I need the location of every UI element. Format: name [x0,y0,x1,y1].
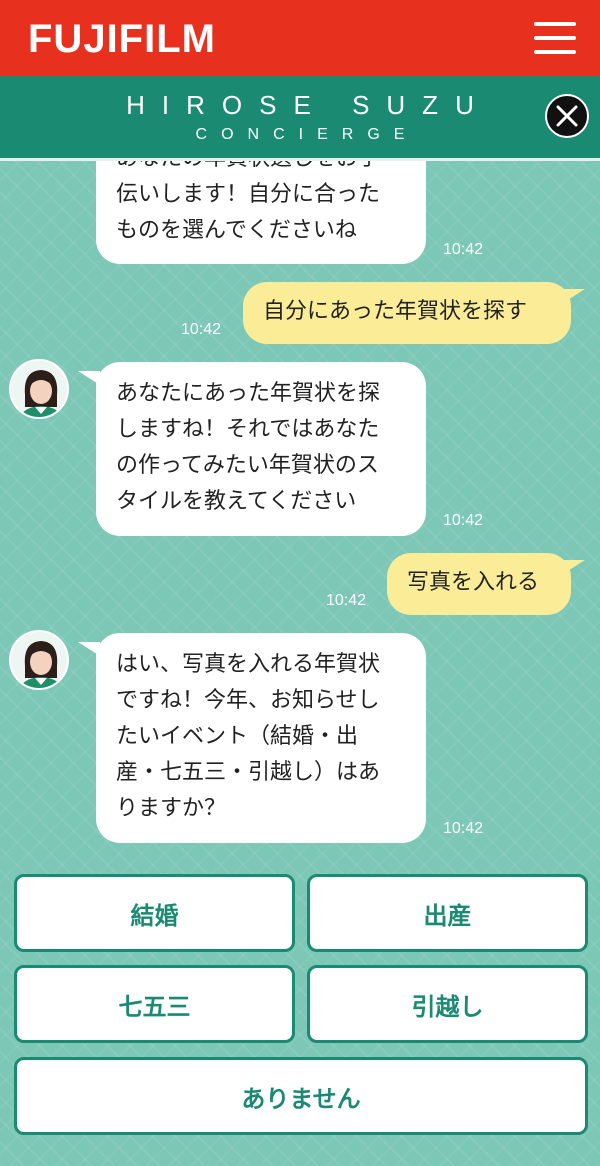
message-time: 10:42 [443,820,484,837]
hamburger-menu-icon[interactable] [534,22,576,54]
header-subtitle: CONCIERGE [195,126,419,143]
option-button-birth[interactable]: 出産 [307,874,588,952]
avatar [9,630,69,690]
bot-message: はい、写真を入れる年賀状 ですね！今年、お知らせし たいイベント（結婚・出 産・… [96,633,426,843]
option-button-none[interactable]: ありません [14,1057,588,1135]
message-time: 10:42 [326,592,367,609]
option-button-moving[interactable]: 引越し [307,965,588,1043]
message-time: 10:42 [181,321,222,338]
concierge-header: HIROSE SUZU CONCIERGE [0,76,600,161]
option-button-shichigosan[interactable]: 七五三 [14,965,295,1043]
close-icon [556,105,578,127]
header-title: HIROSE SUZU [126,90,491,120]
fujifilm-logo[interactable]: FUJIFILM [28,14,216,64]
option-button-marriage[interactable]: 結婚 [14,874,295,952]
bubble-tail [563,560,585,574]
message-time: 10:42 [443,512,484,529]
message-time: 10:42 [443,241,484,258]
top-bar: FUJIFILM [0,0,600,76]
bubble-tail [563,289,585,303]
close-button[interactable] [545,94,589,138]
user-message: 自分にあった年賀状を探す [243,282,571,344]
user-message: 写真を入れる [387,553,571,615]
bot-message: あなたの年賀状選しをお手 伝いします！自分に合った ものを選んでくださいね [96,161,426,264]
avatar-icon [11,361,67,417]
bot-message: あなたにあった年賀状を探 しますね！それではあなた の作ってみたい年賀状のス タ… [96,362,426,536]
avatar [9,359,69,419]
chat-area[interactable]: あなたの年賀状選しをお手 伝いします！自分に合った ものを選んでくださいね 10… [0,161,600,1166]
avatar-icon [11,632,67,688]
